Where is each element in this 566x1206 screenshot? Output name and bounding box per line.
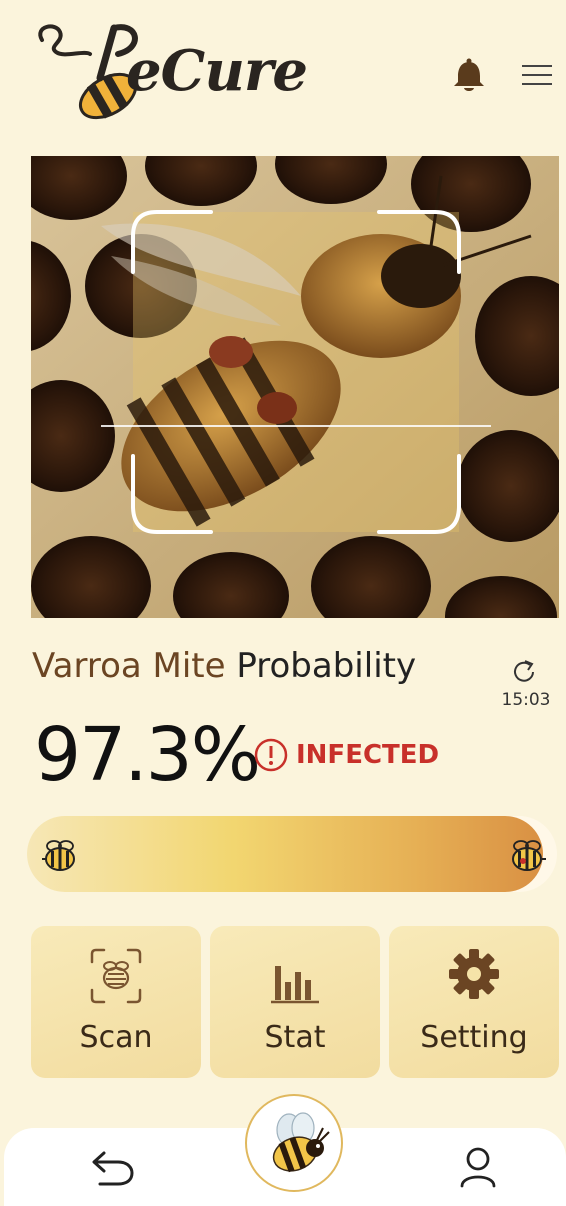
setting-label: Setting <box>420 1020 528 1055</box>
status-badge: INFECTED <box>254 738 439 772</box>
probability-gauge-fill <box>27 816 543 892</box>
setting-button[interactable]: Setting <box>389 926 559 1078</box>
hamburger-menu-icon[interactable] <box>520 60 554 90</box>
probability-title: Varroa Mite Probability <box>32 646 416 686</box>
probability-gauge <box>27 816 557 892</box>
bee-scan-icon <box>90 948 142 1004</box>
ecure-logo: eCure <box>34 18 314 128</box>
logo-text: eCure <box>126 38 308 104</box>
stat-label: Stat <box>264 1020 326 1055</box>
infected-bee-icon <box>512 840 546 871</box>
honeycomb-bee-image <box>31 156 559 618</box>
camera-preview[interactable] <box>31 156 559 618</box>
back-arrow-icon[interactable] <box>86 1148 136 1190</box>
probability-title-accent: Varroa Mite <box>32 646 226 686</box>
gear-icon <box>449 949 499 999</box>
probability-value: 97.3% <box>34 712 261 798</box>
bee-icon <box>42 840 75 871</box>
alert-circle-icon <box>254 738 288 772</box>
app-screen: eCure Varroa Mite Probability 15:03 97.3… <box>0 0 566 1206</box>
home-bee-button[interactable] <box>245 1094 343 1192</box>
bee-mascot-icon <box>272 1112 330 1173</box>
scan-label: Scan <box>79 1020 153 1055</box>
bell-icon[interactable] <box>452 58 486 94</box>
refresh-icon[interactable] <box>508 656 540 688</box>
probability-title-rest: Probability <box>236 646 417 686</box>
stat-button[interactable]: Stat <box>210 926 380 1078</box>
status-text: INFECTED <box>296 740 440 770</box>
last-scan-time: 15:03 <box>501 690 551 710</box>
bar-chart-icon <box>271 966 319 1004</box>
scan-button[interactable]: Scan <box>31 926 201 1078</box>
header: eCure <box>0 0 566 140</box>
user-icon[interactable] <box>458 1146 498 1188</box>
